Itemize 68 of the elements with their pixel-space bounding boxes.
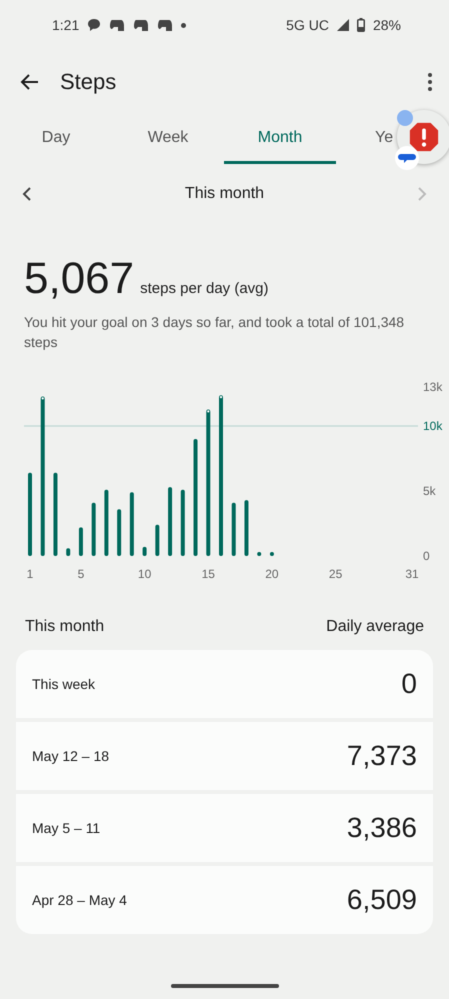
bar: [130, 492, 134, 556]
gamepad-icon: [133, 18, 150, 32]
goal-marker: [219, 395, 223, 399]
axis-label: 13k: [423, 380, 442, 394]
week-row[interactable]: May 12 – 18 7,373: [16, 722, 433, 790]
section-title: This month: [25, 618, 104, 636]
week-label: This week: [32, 676, 96, 692]
axis-label: 5: [78, 567, 84, 581]
dot-icon: [181, 22, 186, 28]
summary-text: You hit your goal on 3 days so far, and took a total of 101,348 steps: [24, 313, 406, 352]
chat-icon: [87, 18, 102, 32]
goal-marker: [206, 410, 210, 414]
message-icon: [395, 146, 419, 170]
bar: [168, 487, 172, 556]
bar: [257, 552, 262, 556]
axis-label: 10k: [423, 419, 442, 433]
bar: [142, 546, 147, 556]
week-row[interactable]: Apr 28 – May 4 6,509: [16, 866, 433, 934]
bar: [117, 509, 122, 556]
more-icon: [427, 72, 433, 92]
battery-level: 28%: [372, 17, 401, 33]
axis-label: 5k: [423, 484, 436, 498]
screen-title: Steps: [60, 69, 118, 95]
bar: [155, 524, 160, 556]
alert-icon: [408, 121, 440, 153]
chevron-right-icon: [417, 187, 427, 201]
week-average: 0: [401, 668, 417, 700]
average-unit: steps per day (avg): [140, 280, 269, 297]
week-label: Apr 28 – May 4: [32, 892, 127, 908]
axis-label: 15: [202, 567, 215, 581]
week-label: May 5 – 11: [32, 820, 100, 836]
bar: [66, 548, 70, 556]
week-average: 3,386: [346, 812, 417, 844]
week-average: 6,509: [346, 884, 417, 916]
network-label: 5G UC: [286, 17, 329, 33]
bar: [244, 500, 248, 556]
tab[interactable]: Ye: [336, 114, 394, 164]
bar: [180, 490, 185, 556]
notification-dot-icon: [397, 110, 413, 126]
week-row[interactable]: May 5 – 11 3,386: [16, 794, 433, 862]
bar: [78, 527, 83, 556]
average-value: 5,067: [24, 254, 134, 304]
axis-label: 25: [328, 567, 342, 581]
bar: [270, 552, 274, 556]
tab[interactable]: Week: [112, 114, 224, 164]
gamepad-icon: [157, 18, 174, 32]
battery-icon: [356, 18, 365, 32]
tab[interactable]: Day: [0, 114, 112, 164]
column-title: Daily average: [326, 618, 424, 636]
period-label: This month: [184, 185, 266, 203]
week-label: May 12 – 18: [32, 748, 110, 764]
axis-label: 20: [265, 567, 279, 581]
signal-icon: [336, 19, 349, 31]
axis-label: 1: [26, 567, 34, 581]
tab[interactable]: Month: [224, 114, 336, 164]
bar: [232, 502, 236, 556]
axis-label: 31: [405, 567, 419, 581]
goal-marker: [40, 396, 45, 400]
bar: [92, 502, 96, 556]
axis-label: 10: [138, 567, 152, 581]
status-time: 1:21: [52, 17, 80, 33]
gamepad-icon: [109, 18, 126, 32]
chevron-left-icon: [22, 187, 32, 201]
back-arrow-icon: [20, 72, 40, 92]
week-average: 7,373: [346, 740, 417, 772]
week-row[interactable]: This week 0: [16, 650, 433, 718]
axis-label: 0: [423, 549, 430, 563]
bar: [104, 490, 108, 556]
